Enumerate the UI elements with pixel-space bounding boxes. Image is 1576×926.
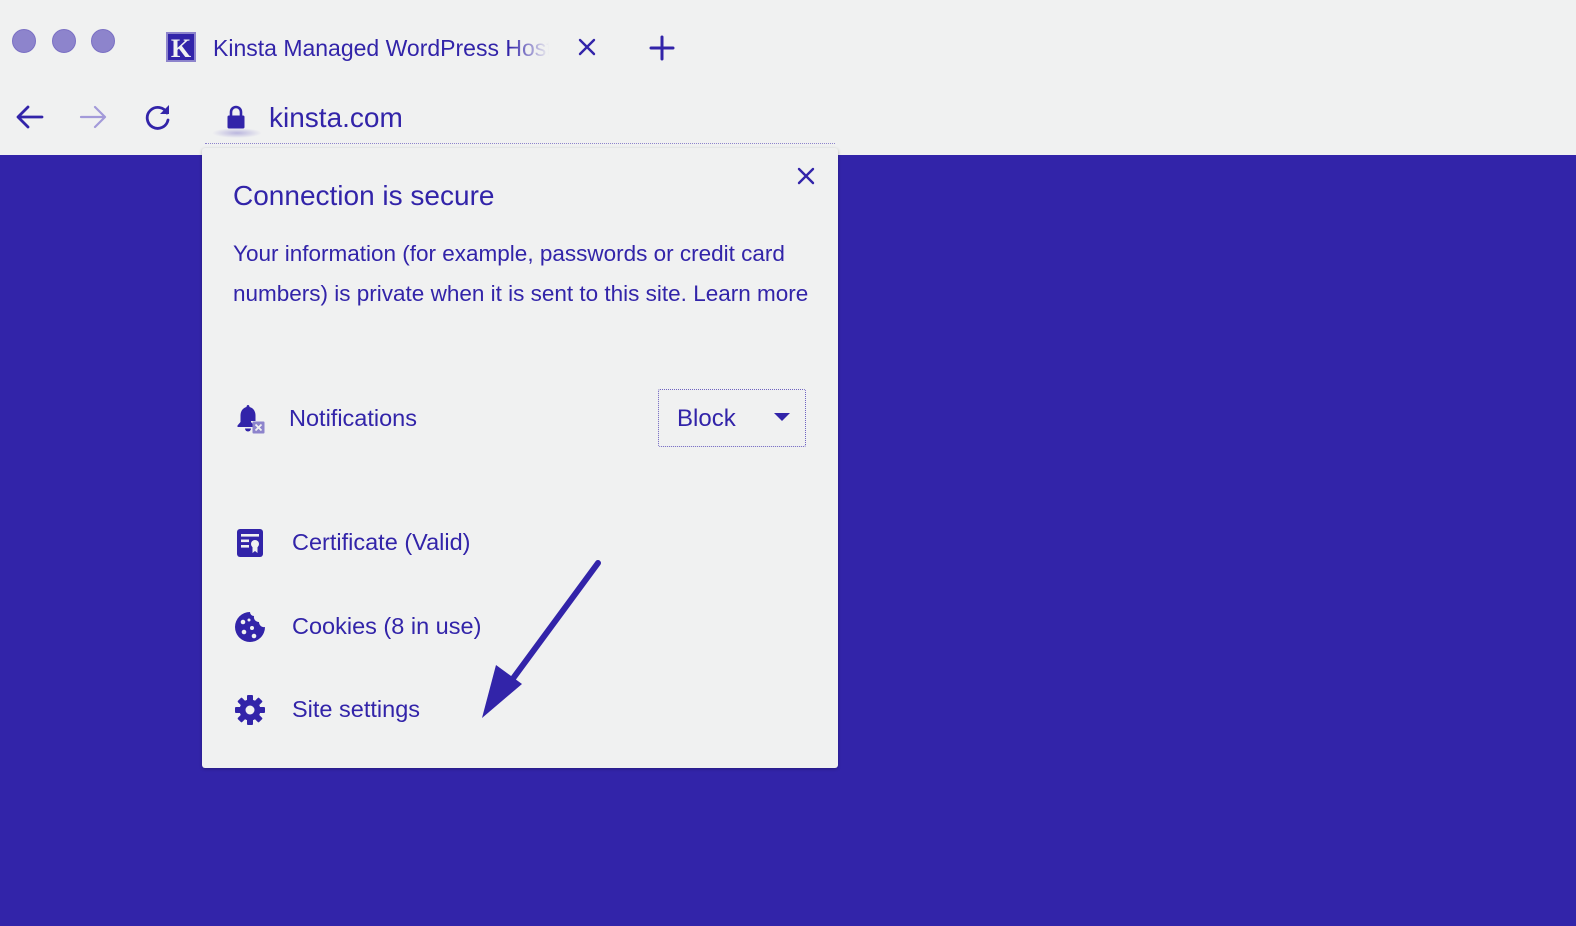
cookie-icon bbox=[235, 612, 265, 642]
window-maximize-button[interactable] bbox=[91, 29, 115, 53]
notifications-label: Notifications bbox=[289, 405, 417, 431]
browser-tab[interactable]: K Kinsta Managed WordPress Hosting bbox=[160, 22, 612, 72]
chevron-down-icon bbox=[774, 413, 790, 421]
browser-chrome: K Kinsta Managed WordPress Hosting kinst… bbox=[0, 0, 1576, 155]
gear-icon bbox=[235, 695, 265, 725]
address-bar-underline bbox=[205, 143, 835, 145]
notifications-permission-select[interactable]: Block bbox=[658, 389, 806, 447]
lock-icon[interactable] bbox=[224, 104, 248, 130]
site-settings-label: Site settings bbox=[292, 696, 421, 722]
notifications-permission-value: Block bbox=[677, 405, 736, 432]
address-bar-url[interactable]: kinsta.com bbox=[269, 101, 403, 135]
window-minimize-button[interactable] bbox=[52, 29, 76, 53]
popup-title: Connection is secure bbox=[233, 180, 495, 211]
site-info-popup: Connection is secure Your information (f… bbox=[202, 148, 838, 768]
new-tab-icon[interactable] bbox=[648, 34, 676, 62]
kinsta-favicon-icon: K bbox=[166, 32, 196, 63]
learn-more-link[interactable]: Learn more bbox=[693, 281, 808, 306]
cookies-label: Cookies (8 in use) bbox=[292, 613, 482, 639]
security-description: Your information (for example, passwords… bbox=[233, 234, 813, 314]
certificate-icon bbox=[237, 529, 263, 557]
close-icon[interactable] bbox=[795, 165, 817, 187]
back-icon[interactable] bbox=[14, 101, 46, 133]
forward-icon[interactable] bbox=[77, 101, 109, 133]
tab-close-icon[interactable] bbox=[576, 36, 598, 58]
tab-title: Kinsta Managed WordPress Hosting bbox=[213, 35, 549, 61]
notification-bell-icon bbox=[237, 405, 265, 434]
certificate-label: Certificate (Valid) bbox=[292, 529, 471, 555]
window-close-button[interactable] bbox=[12, 29, 36, 53]
reload-icon[interactable] bbox=[142, 101, 174, 133]
